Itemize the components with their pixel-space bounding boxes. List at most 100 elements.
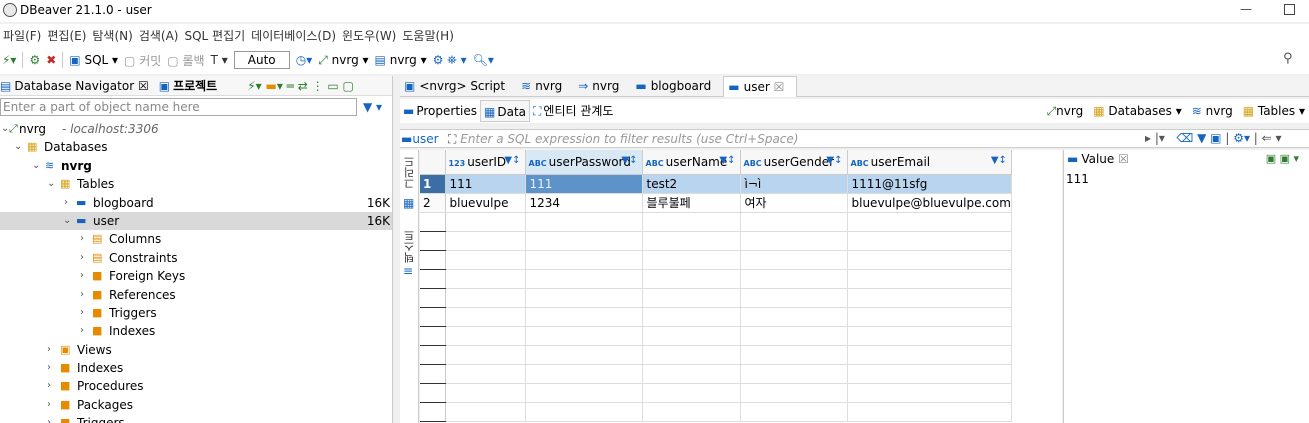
tree-item-procedures[interactable]: › ■ Procedures	[0, 377, 392, 395]
column-header-useremail[interactable]: ABC userEmail ▼↕	[847, 150, 1012, 175]
chevron-right-icon[interactable]: ›	[80, 286, 84, 304]
sort-icon[interactable]: ▼↕	[826, 155, 842, 166]
tab-script[interactable]: ▣ <nvrg> Script	[400, 76, 517, 97]
tab-text[interactable]: 텍스트	[402, 230, 418, 263]
commit-button[interactable]: ▢ 커밋	[124, 52, 161, 69]
tree-item-database-nvrg[interactable]: ⌄ ≋ nvrg	[0, 157, 392, 175]
connect-icon[interactable]: ⚙	[29, 53, 40, 67]
tab-projects[interactable]: ▣ 프로젝트	[159, 77, 218, 94]
breadcrumb-database[interactable]: ≋ nvrg	[1192, 104, 1233, 118]
grid-icon[interactable]: ▦	[403, 196, 414, 210]
table-cell[interactable]: bluevulpe	[445, 193, 526, 213]
navigator-toolbar[interactable]: ⚡▾ ▬▾ ═ ⇄ ⋮ ▭ ▢	[247, 79, 354, 93]
sort-icon[interactable]: ▼↕	[719, 155, 735, 166]
sort-icon[interactable]: ▼↕	[504, 155, 520, 166]
tab-grid[interactable]: 그리드	[402, 156, 418, 189]
tree-item-indexes[interactable]: › ■ Indexes	[0, 322, 392, 340]
tree-item-packages[interactable]: › ■ Packages	[0, 396, 392, 414]
menu-sql-editor[interactable]: SQL 편집기	[181, 27, 248, 44]
breadcrumb-tables[interactable]: ▦ Tables ▾	[1243, 104, 1305, 118]
breadcrumb-databases[interactable]: ▦ Databases ▾	[1093, 104, 1182, 118]
tree-item-databases[interactable]: ⌄ ▦ Databases	[0, 138, 392, 156]
table-cell[interactable]: 여자	[740, 193, 848, 213]
search-icon[interactable]: ⚲	[1283, 51, 1293, 66]
table-cell-selected[interactable]: 111	[525, 174, 643, 194]
active-schema-selector[interactable]: ▤ nvrg ▾	[375, 53, 427, 67]
history-icon[interactable]: ◷▾	[296, 53, 313, 67]
column-header-usergender[interactable]: ABC userGender ▼↕	[740, 150, 848, 175]
tree-item-triggers-db[interactable]: › ■ Triggers	[0, 414, 392, 423]
chevron-right-icon[interactable]: ›	[80, 230, 84, 248]
tab-properties[interactable]: ▬ Properties	[400, 100, 480, 122]
transaction-mode-icon[interactable]: T ▾	[211, 53, 228, 67]
row-number[interactable]: 2	[420, 193, 446, 213]
maximize-icon[interactable]	[1284, 4, 1295, 15]
chevron-down-icon[interactable]: ⌄	[47, 175, 55, 193]
column-header-userid[interactable]: 123 userID ▼↕	[445, 150, 526, 175]
tab-blogboard[interactable]: ▬ blogboard	[631, 76, 723, 97]
tree-item-references[interactable]: › ■ References	[0, 286, 392, 304]
minimize-icon[interactable]: —	[1240, 2, 1252, 16]
filter-input[interactable]: ⛶ Enter a SQL expression to filter resul…	[448, 132, 798, 147]
column-header-username[interactable]: ABC userName ▼↕	[642, 150, 741, 175]
tab-data[interactable]: ▦ Data	[480, 100, 530, 122]
chevron-right-icon[interactable]: ›	[80, 267, 84, 285]
disconnect-icon[interactable]: ✖	[46, 53, 56, 67]
menu-navigate[interactable]: 탐색(N)	[89, 27, 135, 44]
sort-icon[interactable]: ▼↕	[991, 155, 1007, 166]
text-icon[interactable]: ≡	[403, 264, 413, 278]
chevron-right-icon[interactable]: ›	[47, 377, 51, 395]
active-connection-selector[interactable]: ⤢ nvrg ▾	[318, 53, 368, 68]
chevron-right-icon[interactable]: ›	[47, 414, 51, 423]
close-icon[interactable]: ☒	[774, 80, 785, 94]
chevron-right-icon[interactable]: ›	[80, 304, 84, 322]
table-cell[interactable]: 블루불페	[642, 193, 741, 213]
tab-nvrg-conn[interactable]: ⇒ nvrg	[574, 76, 631, 97]
transaction-mode-selector[interactable]: Auto	[233, 51, 290, 69]
tab-user[interactable]: ▬ user ☒	[723, 75, 798, 97]
chevron-right-icon[interactable]: ›	[47, 341, 51, 359]
tree-item-table-blogboard[interactable]: › ▬ blogboard 16K	[0, 194, 392, 212]
rollback-button[interactable]: ▢ 롤백	[167, 52, 204, 69]
tree-item-views[interactable]: › ▣ Views	[0, 341, 392, 359]
sql-editor-button[interactable]: ▣ SQL ▾	[69, 53, 118, 67]
column-header-userpassword[interactable]: ABC userPassword ▼↕	[525, 150, 643, 175]
chevron-down-icon[interactable]: ⌄	[14, 138, 22, 156]
tree-item-tables[interactable]: ⌄ ▦ Tables	[0, 175, 392, 193]
chevron-right-icon[interactable]: ›	[80, 322, 84, 340]
chevron-right-icon[interactable]: ›	[47, 359, 51, 377]
breadcrumb-connection[interactable]: ⤢nvrg	[1047, 104, 1084, 119]
table-row[interactable]: 1 111 111 test2 ì¬ì 1111@11sfg	[420, 174, 1012, 194]
table-cell[interactable]: test2	[642, 174, 741, 194]
chevron-right-icon[interactable]: ›	[80, 249, 84, 267]
chevron-right-icon[interactable]: ›	[47, 396, 51, 414]
table-cell[interactable]: bluevulpe@bluevulpe.com	[847, 193, 1012, 213]
menu-database[interactable]: 데이터베이스(D)	[248, 27, 339, 44]
tab-er-diagram[interactable]: ⛶ 엔티티 관계도	[530, 100, 616, 122]
table-cell[interactable]: 111	[445, 174, 526, 194]
menu-search[interactable]: 검색(A)	[136, 27, 182, 44]
tree-item-table-user[interactable]: ⌄ ▬ user 16K	[0, 211, 392, 231]
tab-value[interactable]: ▬ Value ☒	[1067, 152, 1129, 166]
tab-database-navigator[interactable]: ▤ Database Navigator ☒	[0, 79, 149, 93]
value-panel-toolbar[interactable]: ▣ ▣ ▾	[1266, 152, 1299, 165]
table-cell[interactable]: 1111@11sfg	[847, 174, 1012, 194]
navigator-filter-input[interactable]: Enter a part of object name here	[0, 98, 357, 116]
tree-item-connection[interactable]: ⌄ ⤢ nvrg - localhost:3306	[0, 120, 392, 138]
tab-nvrg-db[interactable]: ≋ nvrg	[517, 76, 574, 97]
new-connection-icon[interactable]: ⚡▾	[2, 53, 16, 67]
tree-item-foreign-keys[interactable]: › ■ Foreign Keys	[0, 267, 392, 285]
menu-edit[interactable]: 편집(E)	[44, 27, 89, 44]
sort-icon[interactable]: ▼↕	[621, 155, 637, 166]
tools-icon[interactable]: ⚙ ⛯ ▾	[433, 53, 467, 68]
menu-help[interactable]: 도움말(H)	[399, 27, 457, 44]
menu-window[interactable]: 윈도우(W)	[339, 27, 399, 44]
filter-icon[interactable]: ▼ ▾	[363, 100, 382, 114]
menu-file[interactable]: 파일(F)	[0, 27, 44, 44]
table-cell[interactable]: ì¬ì	[740, 174, 848, 194]
chevron-right-icon[interactable]: ›	[64, 194, 68, 212]
filter-actions[interactable]: ▸ |▾ ⌫ ▼ ▣ | ⚙▾ | ⇐ ▾	[1145, 131, 1282, 145]
value-content[interactable]: 111	[1066, 172, 1089, 186]
row-number[interactable]: 1	[420, 174, 446, 194]
chevron-down-icon[interactable]: ⌄	[32, 157, 40, 175]
